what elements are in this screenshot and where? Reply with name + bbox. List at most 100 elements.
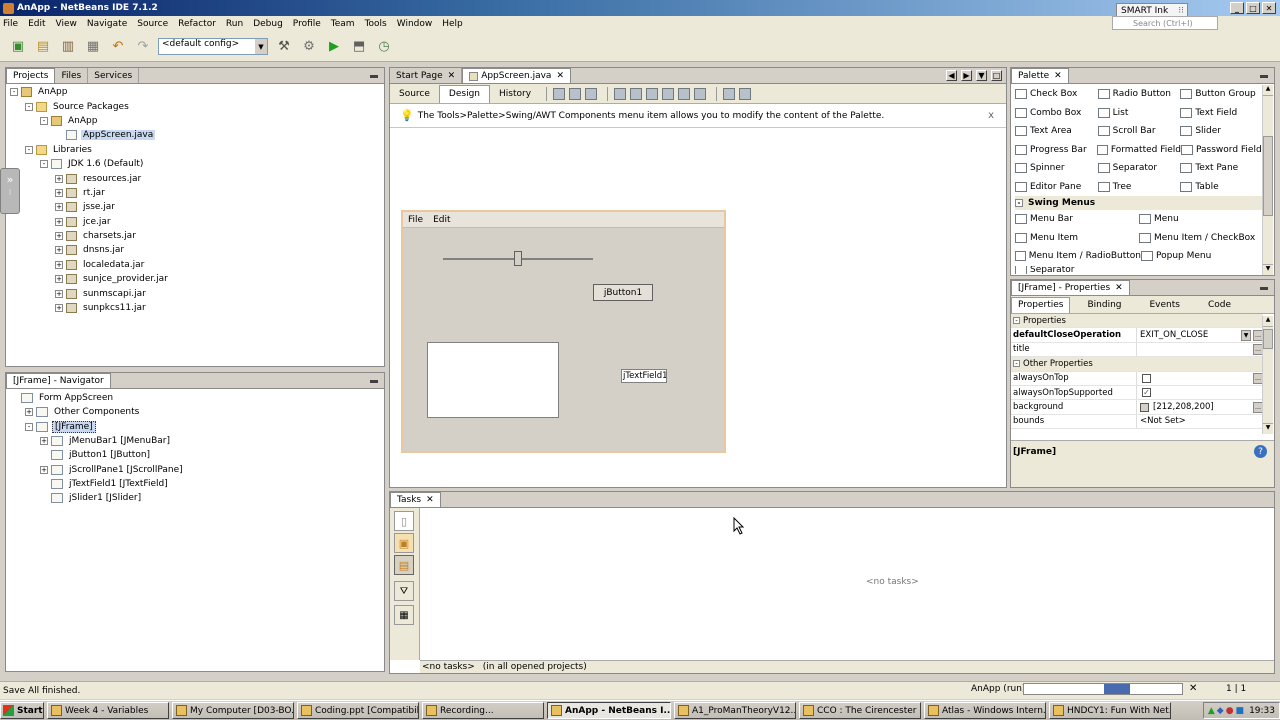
collapse-icon[interactable]: - xyxy=(1015,199,1023,207)
minimize-button[interactable]: _ xyxy=(1230,2,1244,14)
tab-start-page[interactable]: Start Page ✕ xyxy=(390,68,463,83)
property-value[interactable]: … xyxy=(1137,372,1263,385)
form-scroll-pane[interactable] xyxy=(427,342,559,418)
taskbar-item[interactable]: Atlas - Windows Intern... xyxy=(924,702,1046,719)
profile-icon[interactable]: ◷ xyxy=(374,37,394,57)
property-checkbox[interactable] xyxy=(1142,373,1151,383)
tree-node[interactable]: - AnApp xyxy=(10,114,384,128)
palette-item[interactable]: Text Area xyxy=(1015,126,1098,137)
navigator-node[interactable]: + jMenuBar1 [JMenuBar] xyxy=(10,434,384,448)
selection-mode-icon[interactable] xyxy=(553,87,566,100)
other-properties-section[interactable]: Other Properties xyxy=(1023,359,1093,369)
palette-item[interactable]: Menu xyxy=(1139,214,1263,225)
tray-icon-2[interactable]: ◆ xyxy=(1217,706,1224,716)
expand-toggle-icon[interactable]: - xyxy=(25,145,33,154)
chevron-down-icon[interactable]: ▼ xyxy=(1241,329,1251,341)
tab-properties[interactable]: Properties xyxy=(1011,296,1071,313)
expand-toggle-icon[interactable]: - xyxy=(40,116,48,125)
property-row[interactable]: alwaysOnTop… xyxy=(1011,371,1263,386)
tab-palette[interactable]: Palette ✕ xyxy=(1011,68,1069,83)
close-info-button[interactable]: x xyxy=(988,110,994,121)
undo-icon[interactable]: ↶ xyxy=(108,37,128,57)
property-row[interactable]: bounds <Not Set> xyxy=(1011,414,1263,430)
expand-toggle-icon[interactable]: + xyxy=(40,465,48,474)
maximize-editor-icon[interactable]: □ xyxy=(991,70,1002,81)
align-bottom-icon[interactable] xyxy=(678,87,691,100)
form-menu-bar[interactable]: File Edit xyxy=(403,212,724,228)
tree-node[interactable]: + rt.jar xyxy=(10,186,384,200)
tree-node[interactable]: + dnsns.jar xyxy=(10,243,384,257)
palette-item[interactable]: List xyxy=(1097,107,1181,118)
connection-mode-icon[interactable] xyxy=(569,87,582,100)
form-jtextfield1[interactable]: jTextField1 xyxy=(621,369,667,383)
menu-navigate[interactable]: Navigate xyxy=(87,19,127,29)
tab-files[interactable]: Files xyxy=(55,68,89,83)
menu-debug[interactable]: Debug xyxy=(253,19,283,29)
palette-item[interactable]: Table xyxy=(1180,181,1263,192)
palette-item[interactable]: Button Group xyxy=(1180,89,1263,100)
expand-toggle-icon[interactable]: + xyxy=(55,203,63,212)
form-slider-thumb[interactable] xyxy=(514,251,522,266)
tab-history[interactable]: History xyxy=(490,85,540,103)
taskbar-item[interactable]: Recording... xyxy=(422,702,544,719)
tab-services[interactable]: Services xyxy=(88,68,140,83)
close-icon[interactable]: ✕ xyxy=(448,71,456,81)
menu-run[interactable]: Run xyxy=(226,19,243,29)
taskbar-item[interactable]: CCO : The Cirencester ... xyxy=(799,702,921,719)
menu-edit[interactable]: Edit xyxy=(28,19,45,29)
property-value[interactable]: ✓ xyxy=(1137,386,1263,399)
menu-profile[interactable]: Profile xyxy=(293,19,321,29)
expand-toggle-icon[interactable]: + xyxy=(55,289,63,298)
tab-design[interactable]: Design xyxy=(438,84,490,103)
property-row[interactable]: title… xyxy=(1011,342,1263,358)
run-icon[interactable]: ▶ xyxy=(324,37,344,57)
property-value[interactable]: [212,208,200]… xyxy=(1137,400,1263,413)
filter-icon[interactable]: ⛛ xyxy=(394,581,414,601)
expand-toggle-icon[interactable]: + xyxy=(55,275,63,284)
build-icon[interactable]: ⚒ xyxy=(274,37,294,57)
navigator-node[interactable]: + Other Components xyxy=(10,405,384,419)
new-project-icon[interactable]: ▤ xyxy=(33,37,53,57)
palette-item[interactable]: Combo Box xyxy=(1015,107,1098,118)
palette-scrollbar[interactable]: ▲ ▼ xyxy=(1262,85,1273,275)
expand-toggle-icon[interactable]: - xyxy=(40,160,48,169)
expand-toggle-icon[interactable]: + xyxy=(55,174,63,183)
tree-node[interactable]: - Source Packages xyxy=(10,99,384,113)
palette-item[interactable]: Radio Button xyxy=(1097,89,1181,100)
palette-item[interactable]: Menu Bar xyxy=(1015,214,1139,225)
properties-scrollbar[interactable]: ▲ ▼ xyxy=(1262,316,1273,434)
palette-item[interactable]: Text Pane xyxy=(1180,163,1263,174)
navigator-node[interactable]: + jScrollPane1 [JScrollPane] xyxy=(10,462,384,476)
tree-node[interactable]: + sunmscapi.jar xyxy=(10,286,384,300)
tab-navigator[interactable]: [JFrame] - Navigator xyxy=(6,373,111,388)
tab-projects[interactable]: Projects xyxy=(6,68,56,83)
expand-toggle-icon[interactable]: - xyxy=(10,88,18,97)
palette-item[interactable]: Tree xyxy=(1097,181,1181,192)
menu-refactor[interactable]: Refactor xyxy=(178,19,216,29)
group-icon[interactable]: ▦ xyxy=(394,605,414,625)
property-checkbox[interactable]: ✓ xyxy=(1142,388,1151,398)
minimize-panel-icon[interactable] xyxy=(370,75,378,78)
navigator-node[interactable]: - [JFrame] xyxy=(10,420,384,434)
doc-list-icon[interactable]: ▼ xyxy=(976,70,987,81)
align-left-icon[interactable] xyxy=(614,87,627,100)
property-value[interactable]: EXIT_ON_CLOSE ▼… xyxy=(1137,328,1263,341)
form-jbutton1[interactable]: jButton1 xyxy=(593,284,653,301)
start-button[interactable]: Start xyxy=(0,702,44,719)
property-value[interactable]: <Not Set> xyxy=(1137,415,1263,428)
expand-toggle-icon[interactable]: + xyxy=(25,408,33,417)
palette-item[interactable]: Separator xyxy=(1015,265,1139,274)
menu-view[interactable]: View xyxy=(56,19,77,29)
navigator-node[interactable]: Form AppScreen xyxy=(10,391,384,405)
tree-node[interactable]: + jce.jar xyxy=(10,215,384,229)
expand-toggle-icon[interactable]: + xyxy=(55,232,63,241)
jframe-preview[interactable]: File Edit jButton1 jTextField1 xyxy=(401,210,726,453)
expand-toggle-icon[interactable]: + xyxy=(55,217,63,226)
palette-item[interactable]: Text Field xyxy=(1180,107,1263,118)
close-icon[interactable]: ✕ xyxy=(556,71,564,81)
new-file-icon[interactable]: ▣ xyxy=(8,37,28,57)
search-input[interactable]: Search (Ctrl+I) xyxy=(1112,16,1218,30)
scroll-right-icon[interactable]: ▶ xyxy=(961,70,972,81)
menu-team[interactable]: Team xyxy=(331,19,355,29)
navigator-node[interactable]: jSlider1 [JSlider] xyxy=(10,491,384,505)
